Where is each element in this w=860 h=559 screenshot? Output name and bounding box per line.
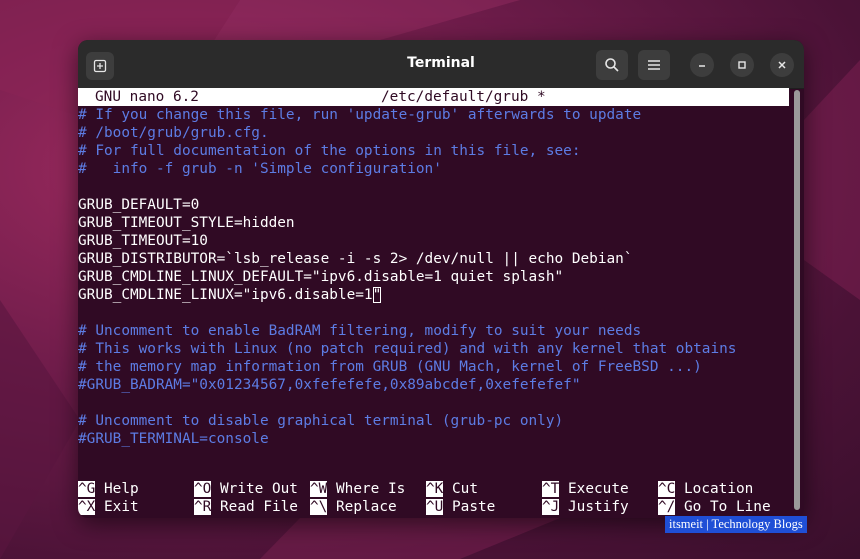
new-tab-button[interactable] xyxy=(86,52,114,80)
watermark: itsmeit | Technology Blogs xyxy=(665,516,807,533)
shortcut-paste[interactable]: ^U Paste xyxy=(426,498,495,516)
editor-line: # For full documentation of the options … xyxy=(78,143,581,159)
terminal-area[interactable]: GNU nano 6.2/etc/default/grub * # If you… xyxy=(78,88,796,518)
shortcut-label: Paste xyxy=(452,499,496,515)
shortcut-key: ^O xyxy=(194,481,212,497)
editor-line-text: GRUB_CMDLINE_LINUX="ipv6.disable=1 xyxy=(78,287,373,303)
shortcut-cut[interactable]: ^K Cut xyxy=(426,480,478,498)
shortcut-bar: ^G Help ^O Write Out ^W Where Is ^K Cut … xyxy=(78,480,796,516)
menu-button[interactable] xyxy=(638,50,670,80)
shortcut-key: ^C xyxy=(658,481,676,497)
shortcut-key: ^X xyxy=(78,499,96,515)
shortcut-label: Justify xyxy=(568,499,629,515)
editor-line: # the memory map information from GRUB (… xyxy=(78,359,702,375)
shortcut-help[interactable]: ^G Help xyxy=(78,480,139,498)
editor-line-current: GRUB_CMDLINE_LINUX="ipv6.disable=1" xyxy=(78,286,382,304)
editor-line: # Uncomment to enable BadRAM filtering, … xyxy=(78,323,642,339)
shortcut-go-to-line[interactable]: ^/ Go To Line xyxy=(658,498,771,516)
shortcut-label: Where Is xyxy=(336,481,406,497)
shortcut-where-is[interactable]: ^W Where Is xyxy=(310,480,405,498)
minimize-button[interactable] xyxy=(690,53,714,77)
shortcut-label: Go To Line xyxy=(684,499,771,515)
editor-line: #GRUB_TERMINAL=console xyxy=(78,431,269,447)
search-icon xyxy=(605,58,619,72)
shortcut-exit[interactable]: ^X Exit xyxy=(78,498,139,516)
shortcut-justify[interactable]: ^J Justify xyxy=(542,498,629,516)
nano-filename: /etc/default/grub * xyxy=(381,89,546,105)
shortcut-execute[interactable]: ^T Execute xyxy=(542,480,629,498)
shortcut-read-file[interactable]: ^R Read File xyxy=(194,498,298,516)
shortcut-replace[interactable]: ^\ Replace xyxy=(310,498,397,516)
search-button[interactable] xyxy=(596,50,628,80)
shortcut-label: Exit xyxy=(104,499,139,515)
close-button[interactable] xyxy=(770,53,794,77)
shortcut-key: ^K xyxy=(426,481,444,497)
nano-version: GNU nano 6.2 xyxy=(95,89,199,105)
shortcut-label: Location xyxy=(684,481,754,497)
editor-line: GRUB_CMDLINE_LINUX_DEFAULT="ipv6.disable… xyxy=(78,269,564,285)
editor-line: # info -f grub -n 'Simple configuration' xyxy=(78,161,442,177)
editor-line: GRUB_DISTRIBUTOR=`lsb_release -i -s 2> /… xyxy=(78,251,633,267)
shortcut-label: Write Out xyxy=(220,481,298,497)
editor-line: GRUB_TIMEOUT_STYLE=hidden xyxy=(78,215,295,231)
shortcut-key: ^J xyxy=(542,499,560,515)
shortcut-label: Read File xyxy=(220,499,298,515)
editor-line: # This works with Linux (no patch requir… xyxy=(78,341,737,357)
editor-line: # If you change this file, run 'update-g… xyxy=(78,107,642,123)
terminal-window: Terminal GNU nano 6.2 /etc/default/grub … xyxy=(78,40,804,518)
shortcut-label: Cut xyxy=(452,481,478,497)
shortcut-key: ^R xyxy=(194,499,212,515)
editor-line: #GRUB_BADRAM="0x01234567,0xfefefefe,0x89… xyxy=(78,377,581,393)
editor-line: GRUB_TIMEOUT=10 xyxy=(78,233,208,249)
minimize-icon xyxy=(699,65,705,67)
close-icon xyxy=(778,61,786,69)
shortcut-key: ^/ xyxy=(658,499,676,515)
editor-line: # Uncomment to disable graphical termina… xyxy=(78,413,564,429)
shortcut-label: Help xyxy=(104,481,139,497)
titlebar: Terminal xyxy=(78,40,804,89)
maximize-button[interactable] xyxy=(730,53,754,77)
scrollbar[interactable] xyxy=(794,90,800,510)
editor-line: # /boot/grub/grub.cfg. xyxy=(78,125,269,141)
shortcut-key: ^\ xyxy=(310,499,328,515)
nano-header-bar: GNU nano 6.2/etc/default/grub * xyxy=(78,88,789,106)
shortcut-label: Replace xyxy=(336,499,397,515)
editor-line: GRUB_DEFAULT=0 xyxy=(78,197,200,213)
text-cursor: " xyxy=(372,287,382,303)
maximize-icon xyxy=(738,61,746,69)
shortcut-key: ^W xyxy=(310,481,328,497)
shortcut-key: ^G xyxy=(78,481,96,497)
shortcut-label: Execute xyxy=(568,481,629,497)
hamburger-menu-icon xyxy=(648,60,660,70)
shortcut-write-out[interactable]: ^O Write Out xyxy=(194,480,298,498)
shortcut-location[interactable]: ^C Location xyxy=(658,480,753,498)
shortcut-key: ^T xyxy=(542,481,560,497)
new-tab-icon xyxy=(93,59,107,73)
shortcut-key: ^U xyxy=(426,499,444,515)
